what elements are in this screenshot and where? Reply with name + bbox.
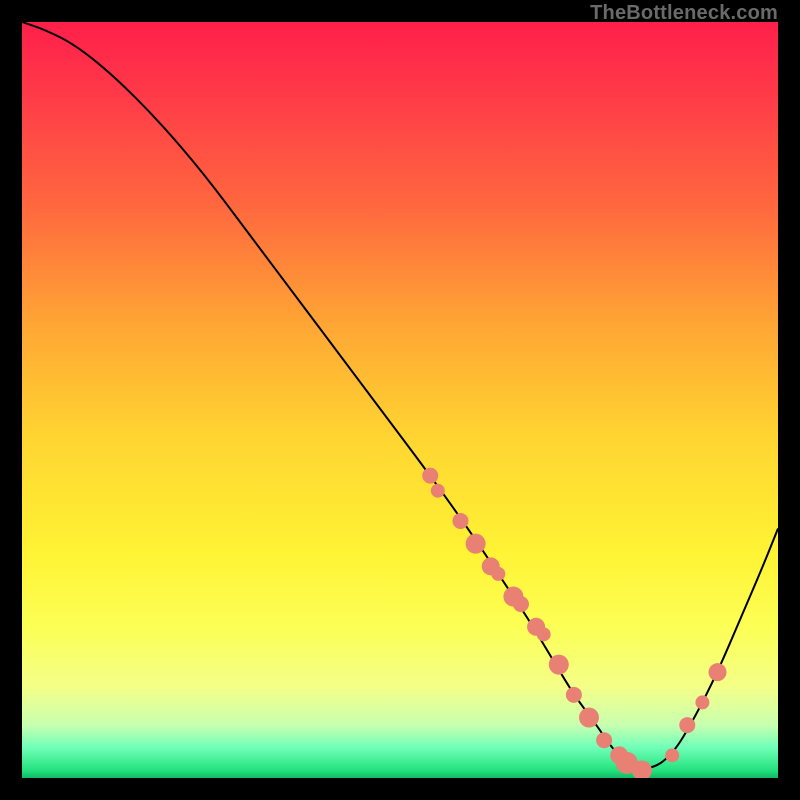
data-dots-group [422, 468, 726, 778]
data-dot [579, 708, 599, 728]
data-dot [596, 732, 612, 748]
data-dot [695, 695, 709, 709]
data-dot [466, 534, 486, 554]
data-dot [537, 627, 551, 641]
data-dot [491, 567, 505, 581]
data-dot [422, 468, 438, 484]
chart-frame [22, 22, 778, 778]
data-dot [452, 513, 468, 529]
data-dot [709, 663, 727, 681]
data-dot [513, 596, 529, 612]
data-dot [679, 717, 695, 733]
data-dot [549, 655, 569, 675]
data-dot [566, 687, 582, 703]
data-dot [431, 484, 445, 498]
data-dot [665, 748, 679, 762]
bottleneck-curve [22, 22, 778, 768]
watermark-text: TheBottleneck.com [590, 2, 778, 25]
chart-svg [22, 22, 778, 778]
